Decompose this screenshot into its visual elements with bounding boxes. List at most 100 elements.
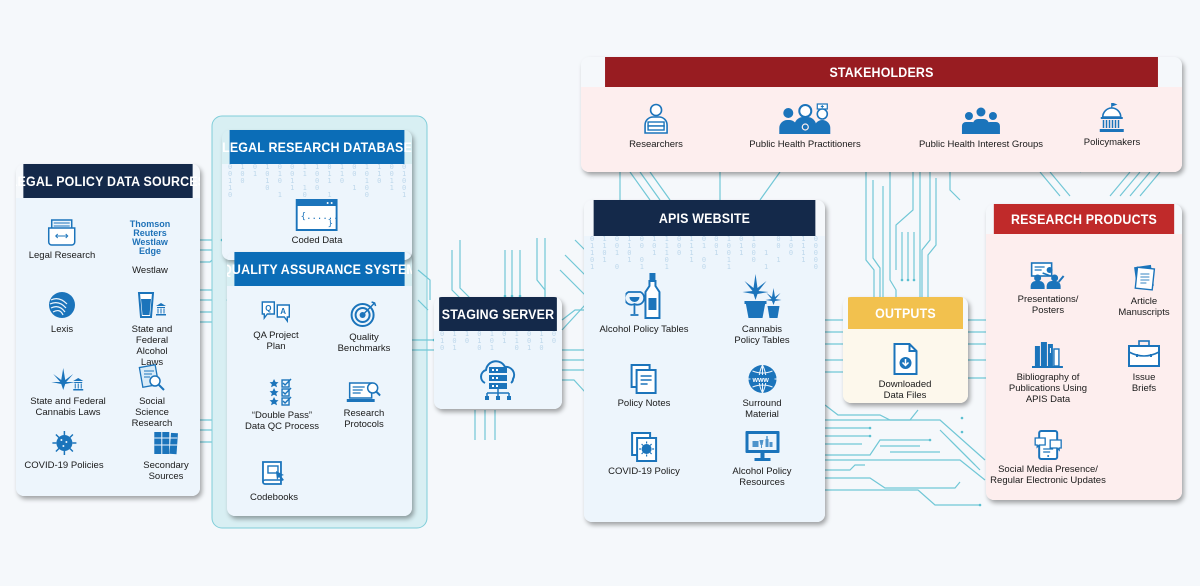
file-drawer-icon (48, 219, 76, 246)
laptop-search-icon (346, 382, 381, 402)
product-bibliography: Bibliography of Publications Using APIS … (1009, 340, 1087, 405)
qa-quality-benchmarks: Quality Benchmarks (337, 300, 391, 354)
monitor-alcohol-icon (745, 431, 779, 461)
output-label: Downloaded Data Files (878, 379, 932, 401)
panel-title: LEGAL POLICY DATA SOURCES (16, 164, 200, 198)
product-label: Presentations/ Posters (1017, 294, 1079, 316)
apis-covid-policy: COVID-19 Policy (608, 432, 680, 477)
stakeholder-interest-groups: Public Health Interest Groups (919, 107, 1043, 150)
svg-text:}: } (328, 219, 333, 229)
quality-assurance-system-panel: QUALITY ASSURANCE SYSTEM QA QA Project P… (227, 252, 412, 516)
apis-surround-material: www Surround Material (731, 364, 794, 420)
virus-icon (51, 431, 76, 455)
qa-codebooks: Codebooks (250, 460, 298, 503)
source-label: Westlaw (132, 265, 168, 276)
panel-title: APIS WEBSITE (593, 200, 816, 236)
svg-text:Q: Q (265, 304, 271, 313)
qa-item-label: “Double Pass” Data QC Process (245, 410, 319, 432)
source-alcohol-laws: State and Federal Alcohol Laws (128, 290, 176, 368)
briefcase-icon (1128, 340, 1160, 367)
stakeholder-researchers: Researchers (629, 103, 683, 150)
panel-title: LEGAL RESEARCH DATABASE (222, 130, 412, 164)
product-label: Article Manuscripts (1118, 296, 1170, 318)
apis-item-label: Surround Material (742, 398, 782, 420)
db-coded-data: {.......} Coded Data (291, 199, 343, 246)
source-secondary-sources: Secondary Sources (143, 430, 189, 482)
qa-double-pass: “Double Pass” Data QC Process (245, 378, 319, 432)
apis-item-label: Policy Notes (617, 398, 671, 409)
apis-cannabis-policy-tables: Cannabis Policy Tables (731, 272, 794, 346)
source-legal-research: Legal Research (28, 218, 96, 261)
source-covid-policies: COVID-19 Policies (24, 430, 104, 471)
qa-item-label: Quality Benchmarks (337, 332, 391, 354)
capitol-icon (1100, 103, 1124, 132)
beer-glass-capitol-icon (137, 292, 166, 318)
document-magnifier-icon (138, 364, 165, 391)
cannabis-capitol-icon (51, 368, 83, 391)
qa-research-protocols: Research Protocols (343, 380, 385, 430)
source-social-science: Social Science Research (128, 364, 176, 429)
target-icon (351, 301, 377, 327)
notes-icon (631, 364, 657, 394)
svg-text:A: A (280, 307, 286, 316)
apis-policy-notes: Policy Notes (617, 364, 671, 409)
qa-speech-bubbles-icon: QA (261, 301, 290, 324)
download-file-icon (893, 343, 917, 375)
outputs-panel: OUTPUTS Downloaded Data Files (843, 297, 968, 403)
svg-text:www: www (751, 377, 769, 384)
output-downloaded-data-files: Downloaded Data Files (874, 343, 937, 401)
stakeholders-panel: STAKEHOLDERS Researchers Public Health P… (581, 57, 1182, 172)
research-products-panel: RESEARCH PRODUCTS Presentations/ Posters… (986, 204, 1182, 500)
panel-title: STAGING SERVER (439, 297, 557, 331)
manuscript-icon (1133, 264, 1155, 291)
www-globe-icon: www (748, 364, 776, 394)
apis-item-label: Alcohol Policy Tables (599, 324, 689, 335)
db-item-label: Coded Data (291, 235, 343, 246)
staging-server-panel: STAGING SERVER 0 1 1 0 1 0 1 0 1 0 0 1 1… (434, 297, 562, 409)
apis-item-label: Alcohol Policy Resources (732, 466, 792, 488)
stakeholder-practitioners: Public Health Practitioners (749, 103, 861, 150)
covid-document-icon (631, 432, 657, 462)
cloud-server-icon (480, 360, 516, 400)
qa-project-plan: QA QA Project Plan (253, 300, 299, 352)
panel-title: RESEARCH PRODUCTS (993, 204, 1175, 234)
qa-item-label: Codebooks (249, 492, 299, 503)
apis-alcohol-policy-tables: Alcohol Policy Tables (599, 272, 689, 335)
product-presentations: Presentations/ Posters (1017, 262, 1079, 316)
source-lexis: Lexis (47, 290, 77, 335)
legal-policy-data-sources-panel: LEGAL POLICY DATA SOURCES Legal Research… (16, 164, 200, 496)
product-issue-briefs: Issue Briefs (1125, 340, 1163, 394)
code-window-icon: {.......} (295, 199, 338, 231)
apis-alcohol-policy-resources: Alcohol Policy Resources (731, 430, 794, 488)
product-social-media: Social Media Presence/ Regular Electroni… (990, 430, 1106, 486)
westlaw-logo: Thomson Reuters Westlaw Edge (129, 219, 171, 256)
source-label: State and Federal Cannabis Laws (30, 396, 106, 418)
stakeholder-label: Public Health Practitioners (749, 139, 861, 150)
panel-title: STAKEHOLDERS (605, 57, 1158, 87)
bookshelf-icon (1032, 342, 1063, 368)
health-practitioners-icon (778, 103, 830, 134)
source-label: Lexis (50, 324, 74, 335)
source-label: State and Federal Alcohol Laws (131, 324, 173, 368)
product-label: Issue Briefs (1131, 372, 1157, 394)
qa-item-label: Research Protocols (343, 408, 385, 430)
panel-title: QUALITY ASSURANCE SYSTEM (227, 252, 412, 286)
cannabis-plants-icon (742, 274, 781, 318)
staging-icon-wrap (477, 355, 519, 401)
tablet-chat-icon (1034, 430, 1062, 460)
panel-title: OUTPUTS (848, 297, 963, 329)
source-label: Secondary Sources (143, 460, 189, 482)
product-label: Bibliography of Publications Using APIS … (1008, 372, 1088, 405)
group-icon (962, 107, 1000, 134)
stakeholder-policymakers: Policymakers (1084, 103, 1140, 148)
apis-item-label: COVID-19 Policy (608, 466, 680, 477)
books-icon (153, 432, 178, 455)
stakeholder-label: Public Health Interest Groups (918, 139, 1044, 150)
source-label: Legal Research (28, 250, 96, 261)
qa-item-label: QA Project Plan (253, 330, 299, 352)
researcher-icon (644, 103, 668, 134)
source-label: Social Science Research (131, 396, 173, 429)
source-westlaw: Thomson Reuters Westlaw Edge Westlaw (125, 219, 175, 277)
legal-research-database-panel: LEGAL RESEARCH DATABASE 0 1 0 1 0 0 1 1 … (222, 130, 412, 260)
source-cannabis-laws: State and Federal Cannabis Laws (30, 366, 106, 418)
